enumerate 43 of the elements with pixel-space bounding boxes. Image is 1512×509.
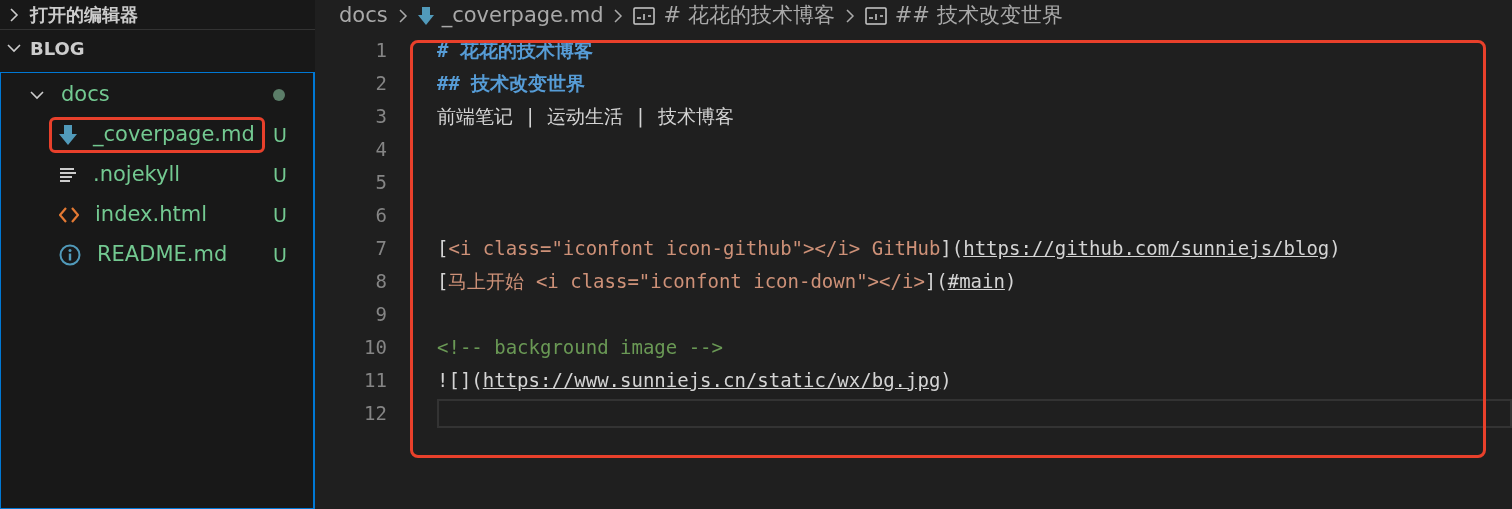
git-status: U	[273, 202, 288, 228]
breadcrumb-item[interactable]: docs	[339, 0, 388, 32]
code-line: <!-- background image -->	[437, 335, 724, 360]
git-status: U	[273, 242, 288, 268]
code-line: [<i class="iconfont icon-github"></i> GitHub](https://github.com/sunniejs/blog)	[437, 236, 1342, 261]
file-item[interactable]: docs	[61, 77, 265, 113]
line-number: 11	[363, 368, 387, 394]
line-number: 12	[363, 401, 387, 427]
line-number: 1	[374, 38, 387, 64]
code-line: ![](https://www.sunniejs.cn/static/wx/bg.jpg)	[437, 368, 953, 393]
chevron-right-icon	[844, 8, 855, 24]
line-number: 4	[374, 137, 387, 163]
git-status: U	[273, 122, 288, 148]
section-title[interactable]: 打开的编辑器	[30, 1, 138, 28]
git-status: U	[273, 162, 288, 188]
line-number: 9	[374, 302, 387, 328]
chevron-right-icon	[613, 8, 624, 24]
breadcrumb-item[interactable]: ## 技术改变世界	[864, 0, 1063, 32]
line-number: 10	[363, 335, 387, 361]
file-item[interactable]: .nojekyll	[49, 157, 265, 193]
line-number: 2	[374, 71, 387, 97]
code-brackets-icon	[59, 206, 79, 224]
file-item[interactable]: index.html	[49, 197, 265, 233]
info-icon	[59, 244, 81, 266]
breadcrumb-item[interactable]: # 花花的技术博客	[633, 0, 835, 32]
line-number: 6	[374, 203, 387, 229]
lines-icon	[59, 167, 77, 183]
file-item[interactable]: _coverpage.md	[49, 117, 265, 153]
breadcrumb-item[interactable]: _coverpage.md	[417, 0, 604, 32]
symbol-icon	[633, 7, 656, 25]
code-line: 前端笔记 | 运动生活 | 技术博客	[437, 104, 735, 130]
down-arrow-icon	[417, 7, 434, 25]
file-item[interactable]: README.md	[49, 237, 265, 273]
line-number: 7	[374, 236, 387, 262]
line-number: 3	[374, 104, 387, 130]
symbol-icon	[864, 7, 887, 25]
code-line: [马上开始 <i class="iconfont icon-down"></i>](#main)	[437, 269, 1018, 294]
chevron-right-icon	[397, 8, 408, 24]
code-line: ## 技术改变世界	[437, 71, 587, 96]
down-arrow-icon	[59, 125, 77, 145]
line-number: 8	[374, 269, 387, 295]
line-number: 5	[374, 170, 387, 196]
section-title[interactable]: BLOG	[30, 34, 85, 62]
